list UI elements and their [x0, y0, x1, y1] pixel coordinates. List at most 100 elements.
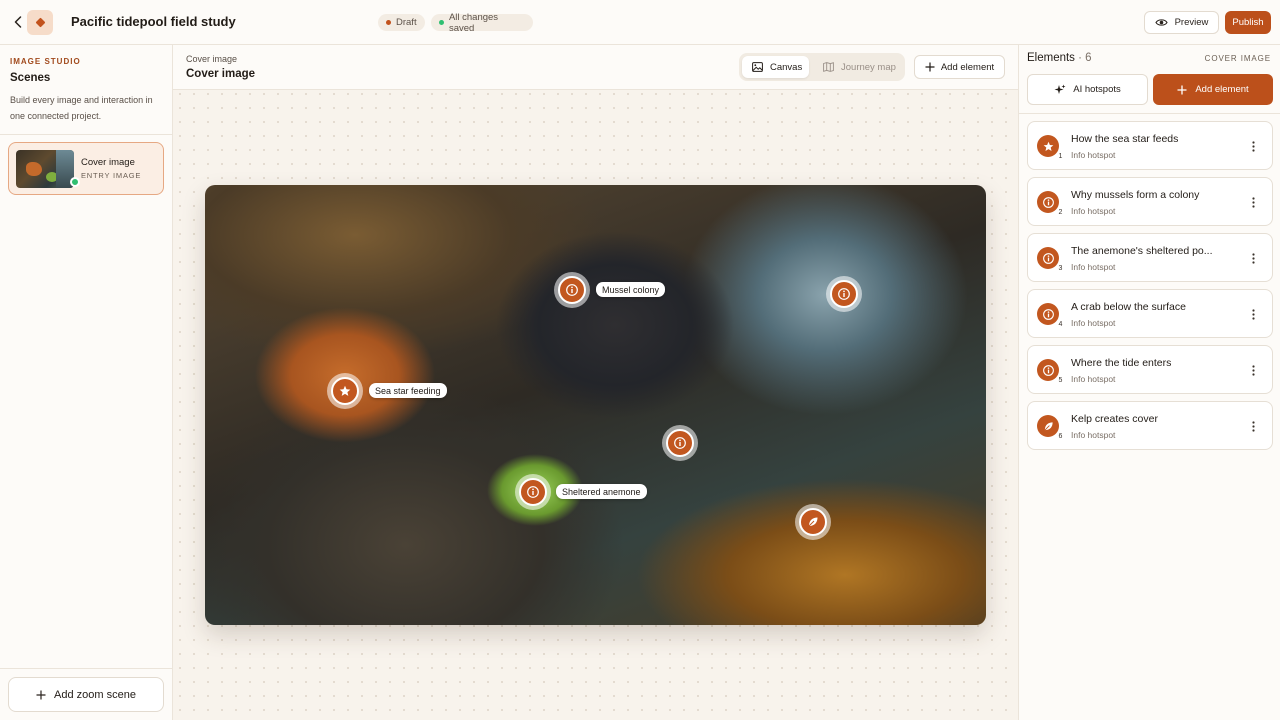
- element-card-5[interactable]: 5 Where the tide enters Info hotspot: [1027, 345, 1273, 394]
- draft-label: Draft: [396, 17, 417, 28]
- active-status-dot-icon: [70, 177, 80, 187]
- hotspot-label: Sheltered anemone: [556, 484, 647, 499]
- element-number: 2: [1056, 208, 1065, 217]
- hotspot-label: Mussel colony: [596, 282, 666, 297]
- leaf-icon: [808, 517, 818, 527]
- canvas-title: Cover image: [186, 68, 256, 80]
- add-element-toolbar-button[interactable]: Add element: [914, 55, 1005, 79]
- element-type: Info hotspot: [1071, 262, 1116, 272]
- elements-heading: Elements · 6: [1027, 52, 1092, 64]
- element-type: Info hotspot: [1071, 150, 1116, 160]
- saved-dot-icon: [439, 20, 444, 25]
- elements-panel: Elements · 6 COVER IMAGE AI hotspots Add…: [1018, 45, 1280, 720]
- more-options-icon[interactable]: [1246, 138, 1260, 154]
- hotspot-kelp[interactable]: [795, 504, 831, 540]
- view-toggle: Canvas Journey map: [739, 53, 905, 81]
- tab-canvas-label: Canvas: [770, 61, 803, 73]
- element-title: How the sea star feeds: [1071, 133, 1179, 145]
- scenes-description: Build every image and interaction in one…: [10, 95, 153, 121]
- cover-image-photo[interactable]: Mussel colony Sea star feeding Sheltered…: [205, 185, 986, 625]
- tab-journey-label: Journey map: [841, 61, 896, 73]
- element-title: The anemone's sheltered po...: [1071, 245, 1213, 257]
- element-type: Info hotspot: [1071, 318, 1116, 328]
- element-title: Why mussels form a colony: [1071, 189, 1200, 201]
- element-number: 4: [1056, 320, 1065, 329]
- star-icon: [339, 385, 351, 396]
- info-icon: [838, 288, 850, 300]
- element-type: Info hotspot: [1071, 374, 1116, 384]
- add-element-label: Add element: [1195, 84, 1249, 95]
- ai-hotspots-label: AI hotspots: [1073, 84, 1121, 95]
- app-logo-icon[interactable]: [27, 10, 53, 35]
- draft-dot-icon: [386, 20, 391, 25]
- element-title: A crab below the surface: [1071, 301, 1186, 313]
- element-title: Where the tide enters: [1071, 357, 1172, 369]
- divider: [0, 668, 172, 669]
- element-card-2[interactable]: 2 Why mussels form a colony Info hotspot: [1027, 177, 1273, 226]
- element-card-3[interactable]: 3 The anemone's sheltered po... Info hot…: [1027, 233, 1273, 282]
- image-icon: [752, 62, 763, 72]
- back-icon[interactable]: [10, 13, 26, 31]
- element-type: Info hotspot: [1071, 206, 1116, 216]
- top-bar: Pacific tidepool field study Draft All c…: [0, 0, 1280, 45]
- elements-heading-label: Elements: [1027, 52, 1075, 64]
- element-number: 1: [1056, 152, 1065, 161]
- save-status-label: All changes saved: [448, 11, 499, 34]
- ai-hotspots-button[interactable]: AI hotspots: [1027, 74, 1148, 105]
- scene-thumbnail: [16, 150, 74, 188]
- canvas-header: Cover image Cover image Canvas Journey m…: [173, 45, 1018, 90]
- divider: [1019, 113, 1280, 114]
- more-options-icon[interactable]: [1246, 418, 1260, 434]
- scenes-heading: Scenes: [10, 72, 51, 84]
- more-options-icon[interactable]: [1246, 362, 1260, 378]
- element-number: 6: [1056, 432, 1065, 441]
- publish-button[interactable]: Publish: [1225, 11, 1271, 34]
- more-options-icon[interactable]: [1246, 194, 1260, 210]
- element-number: 3: [1056, 264, 1065, 273]
- element-type: Info hotspot: [1071, 430, 1116, 440]
- element-number: 5: [1056, 376, 1065, 385]
- hotspot-sea-star[interactable]: [327, 373, 363, 409]
- tab-journey-map[interactable]: Journey map: [813, 56, 903, 78]
- preview-button[interactable]: Preview: [1144, 11, 1219, 34]
- plus-icon: [36, 690, 46, 699]
- info-icon: [566, 284, 578, 296]
- map-icon: [823, 62, 834, 72]
- plus-icon: [925, 62, 935, 72]
- hotspot-crab[interactable]: [662, 425, 698, 461]
- tab-canvas[interactable]: Canvas: [742, 56, 809, 78]
- more-options-icon[interactable]: [1246, 306, 1260, 322]
- more-options-icon[interactable]: [1246, 250, 1260, 266]
- element-card-6[interactable]: 6 Kelp creates cover Info hotspot: [1027, 401, 1273, 450]
- preview-label: Preview: [1174, 17, 1209, 28]
- scene-card-cover-image[interactable]: Cover image ENTRY IMAGE: [8, 142, 164, 195]
- add-zoom-scene-label: Add zoom scene: [54, 688, 136, 701]
- info-icon: [527, 486, 539, 498]
- hotspot-tide-enters[interactable]: [826, 276, 862, 312]
- draft-badge: Draft: [378, 14, 425, 31]
- hotspot-mussel-colony[interactable]: [554, 272, 590, 308]
- elements-count: · 6: [1078, 52, 1092, 64]
- divider: [0, 134, 172, 135]
- info-icon: [674, 437, 686, 449]
- project-title: Pacific tidepool field study: [71, 14, 236, 29]
- element-card-4[interactable]: 4 A crab below the surface Info hotspot: [1027, 289, 1273, 338]
- add-zoom-scene-button[interactable]: Add zoom scene: [8, 677, 164, 712]
- hotspot-anemone[interactable]: [515, 474, 551, 510]
- save-status-badge: All changes saved: [431, 11, 533, 34]
- add-element-button[interactable]: Add element: [1153, 74, 1273, 105]
- scene-subtitle: ENTRY IMAGE: [81, 171, 142, 180]
- sparkle-icon: [1054, 84, 1066, 94]
- breadcrumb[interactable]: Cover image: [186, 54, 237, 64]
- add-element-label: Add element: [940, 61, 995, 73]
- element-title: Kelp creates cover: [1071, 413, 1158, 425]
- canvas-area: Cover image Cover image Canvas Journey m…: [173, 45, 1018, 720]
- section-label: IMAGE STUDIO: [10, 57, 81, 66]
- scene-name: Cover image: [81, 157, 135, 168]
- hotspot-label: Sea star feeding: [369, 383, 447, 398]
- eye-icon: [1154, 19, 1168, 26]
- plus-icon: [1177, 85, 1187, 94]
- scenes-sidebar: IMAGE STUDIO Scenes Build every image an…: [0, 45, 173, 720]
- element-card-1[interactable]: 1 How the sea star feeds Info hotspot: [1027, 121, 1273, 170]
- elements-scope: COVER IMAGE: [1204, 54, 1271, 63]
